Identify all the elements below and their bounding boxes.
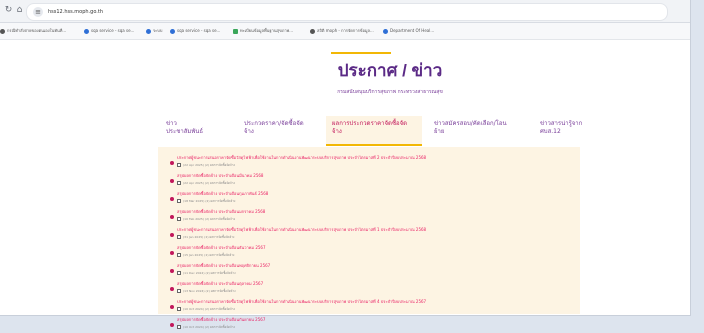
news-date: (18 Mar 2025) (2) ผลการจัดซื้อจัดจ้าง — [183, 199, 236, 203]
bullet-icon — [170, 323, 174, 327]
globe-icon — [146, 28, 151, 34]
list-item[interactable]: ประกาศผู้ชนะการเสนอราคาจัดซื้อวัสดุไฟฟ้า… — [170, 225, 570, 243]
news-title-link[interactable]: ประกาศผู้ชนะการเสนอราคาจัดซื้อวัสดุไฟฟ้า… — [177, 298, 426, 305]
news-title-link[interactable]: สรุปผลการจัดซื้อจัดจ้าง ประจำเดือนตุลาคม… — [177, 280, 263, 287]
bullet-icon — [170, 215, 174, 219]
bookmark-2[interactable]: ระบบ — [146, 27, 162, 35]
news-title-link[interactable]: ประกาศผู้ชนะการเสนอราคาจัดซื้อวัสดุไฟฟ้า… — [177, 154, 426, 161]
tab-knowledge[interactable]: ข่าวสารน่ารู้จาก ศบส.12 — [534, 116, 598, 146]
news-date: (15 Jan 2025) (2) ผลการจัดซื้อจัดจ้าง — [183, 253, 235, 257]
list-item[interactable]: ประกาศผู้ชนะการเสนอราคาจัดซื้อวัสดุไฟฟ้า… — [170, 297, 570, 315]
bookmarks-bar: กรณีทำสั่งจ่ายของตนเองในทันที... sqa ser… — [0, 23, 690, 40]
page-subtitle: กรมสนับสนุนบริการสุขภาพ กระทรวงสาธารณสุข — [337, 89, 443, 95]
globe-icon — [170, 28, 175, 34]
list-item[interactable]: สรุปผลการจัดซื้อจัดจ้าง ประจำเดือนกันยาย… — [170, 315, 570, 333]
calendar-icon — [177, 199, 181, 203]
globe-icon — [84, 28, 89, 34]
news-title-link[interactable]: สรุปผลการจัดซื้อจัดจ้าง ประจำเดือนมกราคม… — [177, 208, 265, 215]
list-item[interactable]: ประกาศผู้ชนะการเสนอราคาจัดซื้อวัสดุไฟฟ้า… — [170, 153, 570, 171]
calendar-icon — [177, 163, 181, 167]
news-title-link[interactable]: สรุปผลการจัดซื้อจัดจ้าง ประจำเดือนกันยาย… — [177, 316, 265, 323]
bookmark-4[interactable]: ทะเบียนข้อมูลพื้นฐานสุขภาพ... — [233, 27, 293, 35]
globe-icon — [383, 28, 388, 34]
home-icon[interactable]: ⌂ — [14, 5, 25, 16]
news-panel: ประกาศผู้ชนะการเสนอราคาจัดซื้อวัสดุไฟฟ้า… — [158, 147, 580, 329]
bullet-icon — [170, 161, 174, 165]
sheet-icon — [233, 28, 238, 34]
site-settings-icon[interactable]: ≡ — [33, 7, 43, 17]
bookmark-0[interactable]: กรณีทำสั่งจ่ายของตนเองในทันที... — [0, 27, 66, 35]
page-title: ประกาศ / ข่าว — [337, 61, 443, 80]
news-date: (22 Apr 2025) (2) ผลการจัดซื้อจัดจ้าง — [183, 181, 235, 185]
calendar-icon — [177, 181, 181, 185]
news-list: ประกาศผู้ชนะการเสนอราคาจัดซื้อวัสดุไฟฟ้า… — [170, 153, 570, 333]
bookmark-label: ทะเบียนข้อมูลพื้นฐานสุขภาพ... — [240, 28, 294, 33]
news-title-link[interactable]: สรุปผลการจัดซื้อจัดจ้าง ประจำเดือนมีนาคม… — [177, 172, 263, 179]
calendar-icon — [177, 253, 181, 257]
calendar-icon — [177, 289, 181, 293]
list-item[interactable]: สรุปผลการจัดซื้อจัดจ้าง ประจำเดือนตุลาคม… — [170, 279, 570, 297]
news-date: (22 Apr 2025) (2) ผลการจัดซื้อจัดจ้าง — [183, 163, 235, 167]
tab-recruitment[interactable]: ข่าวสมัครสอบ/คัดเลือก/โอน ย้าย — [428, 116, 528, 146]
bookmark-6[interactable]: Department Of Heal... — [383, 27, 434, 35]
calendar-icon — [177, 271, 181, 275]
calendar-icon — [177, 235, 181, 239]
bookmark-label: ระบบ — [153, 28, 163, 33]
bullet-icon — [170, 251, 174, 255]
url-text: hss12.hss.moph.go.th — [48, 9, 104, 15]
bullet-icon — [170, 305, 174, 309]
bookmark-label: Department Of Heal... — [390, 28, 435, 33]
browser-window: ↻ ⌂ ≡ hss12.hss.moph.go.th กรณีทำสั่งจ่า… — [0, 0, 690, 329]
news-title-link[interactable]: สรุปผลการจัดซื้อจัดจ้าง ประจำเดือนกุมภาพ… — [177, 190, 268, 197]
title-accent-bar — [331, 52, 391, 54]
list-item[interactable]: สรุปผลการจัดซื้อจัดจ้าง ประจำเดือนมกราคม… — [170, 207, 570, 225]
news-date: (10 Oct 2024) (2) ผลการจัดซื้อจัดจ้าง — [183, 307, 235, 311]
bookmark-label: sqa service - sqa se... — [91, 28, 135, 33]
bullet-icon — [170, 197, 174, 201]
news-date: (10 Oct 2024) (2) ผลการจัดซื้อจัดจ้าง — [183, 325, 235, 329]
tab-procurement-results[interactable]: ผลการประกวดราคาจัดซื้อจัด จ้าง — [326, 116, 422, 146]
globe-icon — [0, 28, 5, 34]
bookmark-5[interactable]: สถิติ moph - การจัดการข้อมูล... — [310, 27, 374, 35]
news-date: (10 Feb 2025) (2) ผลการจัดซื้อจัดจ้าง — [183, 217, 236, 221]
list-item[interactable]: สรุปผลการจัดซื้อจัดจ้าง ประจำเดือนกุมภาพ… — [170, 189, 570, 207]
bullet-icon — [170, 233, 174, 237]
bullet-icon — [170, 179, 174, 183]
tab-pr-news[interactable]: ข่าว ประชาสัมพันธ์ — [160, 116, 232, 146]
list-item[interactable]: สรุปผลการจัดซื้อจัดจ้าง ประจำเดือนธันวาค… — [170, 243, 570, 261]
news-title-link[interactable]: สรุปผลการจัดซื้อจัดจ้าง ประจำเดือนพฤศจิก… — [177, 262, 270, 269]
list-item[interactable]: สรุปผลการจัดซื้อจัดจ้าง ประจำเดือนพฤศจิก… — [170, 261, 570, 279]
category-tabs: ข่าว ประชาสัมพันธ์ ประกวดราคา/จัดซื้อจัด… — [160, 116, 582, 146]
address-bar: ↻ ⌂ ≡ hss12.hss.moph.go.th — [0, 0, 690, 23]
globe-icon — [310, 28, 315, 34]
bookmark-label: sqa service - sqa se... — [177, 28, 221, 33]
tab-procurement[interactable]: ประกวดราคา/จัดซื้อจัด จ้าง — [238, 116, 320, 146]
bullet-icon — [170, 287, 174, 291]
bookmark-label: กรณีทำสั่งจ่ายของตนเองในทันที... — [7, 28, 67, 33]
news-title-link[interactable]: ประกาศผู้ชนะการเสนอราคาจัดซื้อวัสดุไฟฟ้า… — [177, 226, 426, 233]
list-item[interactable]: สรุปผลการจัดซื้อจัดจ้าง ประจำเดือนมีนาคม… — [170, 171, 570, 189]
news-date: (11 Dec 2024) (2) ผลการจัดซื้อจัดจ้าง — [183, 271, 236, 275]
bullet-icon — [170, 269, 174, 273]
bookmark-1[interactable]: sqa service - sqa se... — [84, 27, 134, 35]
bookmark-3[interactable]: sqa service - sqa se... — [170, 27, 220, 35]
news-date: (31 Jan 2025) (2) ผลการจัดซื้อจัดจ้าง — [183, 235, 235, 239]
url-field[interactable]: ≡ hss12.hss.moph.go.th — [26, 3, 668, 21]
bookmark-label: สถิติ moph - การจัดการข้อมูล... — [317, 28, 374, 33]
calendar-icon — [177, 307, 181, 311]
news-date: (13 Nov 2024) (2) ผลการจัดซื้อจัดจ้าง — [183, 289, 236, 293]
news-title-link[interactable]: สรุปผลการจัดซื้อจัดจ้าง ประจำเดือนธันวาค… — [177, 244, 266, 251]
reload-icon[interactable]: ↻ — [3, 5, 14, 16]
calendar-icon — [177, 217, 181, 221]
